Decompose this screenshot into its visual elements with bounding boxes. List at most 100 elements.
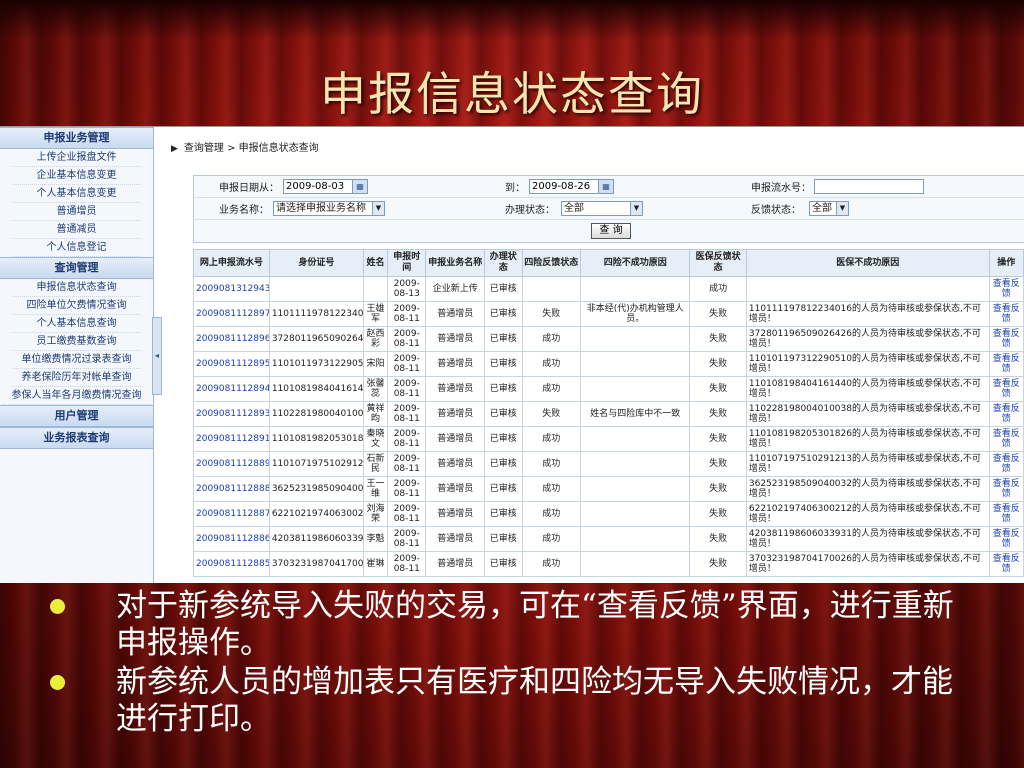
cell-serial[interactable]: 2009081112894 [193, 376, 270, 402]
cell-serial[interactable]: 2009081312943 [193, 276, 270, 302]
cell-four-insurance-reason [580, 526, 691, 552]
cell-four-insurance-feedback: 失败 [521, 401, 582, 427]
sidebar-item[interactable]: 普通减员 [12, 221, 141, 239]
cell-time: 2009-08-11 [387, 551, 427, 577]
cell-name: 李魁 [362, 526, 389, 552]
cell-status: 已审核 [484, 376, 523, 402]
sidebar-item[interactable]: 个人信息登记 [12, 239, 141, 257]
chevron-down-icon: ▼ [372, 202, 384, 215]
view-feedback-link[interactable]: 查看反馈 [988, 301, 1024, 327]
sidebar-group-title[interactable]: 查询管理 [0, 257, 153, 279]
cell-name [362, 276, 389, 302]
bullet-text: 对于新参统导入失败的交易，可在“查看反馈”界面，进行重新申报操作。 [116, 588, 954, 661]
business-select[interactable]: 请选择申报业务名称 ▼ [273, 201, 385, 216]
cell-four-insurance-feedback: 成功 [521, 476, 582, 502]
cell-status: 已审核 [484, 276, 523, 302]
cell-serial[interactable]: 2009081112888 [193, 476, 270, 502]
cell-time: 2009-08-11 [387, 426, 427, 452]
cell-name: 崔琳 [362, 551, 389, 577]
cell-medical-reason: 110228198004010038的人员为待审核或参保状态,不可增员！ [745, 401, 990, 427]
cell-serial[interactable]: 2009081112895 [193, 351, 270, 377]
view-feedback-link[interactable]: 查看反馈 [988, 401, 1024, 427]
view-feedback-link[interactable]: 查看反馈 [988, 501, 1024, 527]
cell-four-insurance-reason [580, 426, 691, 452]
table-row: 2009081112891110108198205301826秦晓文2009-0… [193, 426, 1024, 452]
view-feedback-link[interactable]: 查看反馈 [988, 551, 1024, 577]
cell-medical-feedback: 失败 [689, 551, 747, 577]
view-feedback-link[interactable]: 查看反馈 [988, 376, 1024, 402]
view-feedback-link[interactable]: 查看反馈 [988, 526, 1024, 552]
sidebar-item[interactable]: 员工缴费基数查询 [12, 333, 141, 351]
col-header: 医保不成功原因 [745, 249, 990, 277]
cell-business: 普通增员 [425, 326, 486, 352]
form-row-actions: 查 询 [194, 220, 1024, 242]
cell-medical-reason: 110108198205301826的人员为待审核或参保状态,不可增员！ [745, 426, 990, 452]
cell-serial[interactable]: 2009081112897 [193, 301, 270, 327]
cell-four-insurance-reason [580, 376, 691, 402]
cell-four-insurance-reason [580, 276, 691, 302]
cell-serial[interactable]: 2009081112896 [193, 326, 270, 352]
table-row: 2009081112886420381198606033931李魁2009-08… [193, 526, 1024, 552]
cell-serial[interactable]: 2009081112891 [193, 426, 270, 452]
cell-medical-feedback: 失败 [689, 526, 747, 552]
sidebar-item[interactable]: 单位缴费情况过录表查询 [12, 351, 141, 369]
cell-medical-reason: 110111197812234016的人员为待审核或参保状态,不可增员！ [745, 301, 990, 327]
cell-time: 2009-08-11 [387, 476, 427, 502]
sidebar-item[interactable]: 个人基本信息变更 [12, 185, 141, 203]
cell-business: 企业新上传 [425, 276, 486, 302]
cell-name: 张馨蕊 [362, 376, 389, 402]
cell-business: 普通增员 [425, 376, 486, 402]
sidebar-item[interactable]: 普通增员 [12, 203, 141, 221]
query-button[interactable]: 查 询 [591, 223, 631, 239]
col-header: 姓名 [362, 249, 389, 277]
cell-medical-reason: 420381198606033931的人员为待审核或参保状态,不可增员！ [745, 526, 990, 552]
business-select-value: 请选择申报业务名称 [276, 203, 366, 214]
cell-four-insurance-feedback: 成功 [521, 426, 582, 452]
cell-serial[interactable]: 2009081112885 [193, 551, 270, 577]
collapse-sidebar-handle[interactable]: ◂ [152, 317, 162, 395]
cell-serial[interactable]: 2009081112889 [193, 451, 270, 477]
table-row: 2009081112893110228198004010038黄祥昀2009-0… [193, 401, 1024, 427]
sidebar-item[interactable]: 个人基本信息查询 [12, 315, 141, 333]
serial-input[interactable] [814, 179, 924, 194]
cell-status: 已审核 [484, 326, 523, 352]
table-row: 2009081112897110111197812234016王雄军2009-0… [193, 301, 1024, 327]
sidebar-item[interactable]: 养老保险历年对帐单查询 [12, 369, 141, 387]
breadcrumb-text: 查询管理 > 申报信息状态查询 [183, 143, 319, 154]
serial-label: 申报流水号： [751, 183, 811, 194]
cell-serial[interactable]: 2009081112887 [193, 501, 270, 527]
date-from-input[interactable] [283, 179, 353, 194]
cell-status: 已审核 [484, 301, 523, 327]
sidebar-item[interactable]: 上传企业报盘文件 [12, 149, 141, 167]
view-feedback-link[interactable]: 查看反馈 [988, 326, 1024, 352]
sidebar-group-title[interactable]: 申报业务管理 [0, 127, 153, 149]
status-select[interactable]: 全部 ▼ [561, 201, 643, 216]
sidebar-item[interactable]: 四险单位欠费情况查询 [12, 297, 141, 315]
cell-four-insurance-reason [580, 476, 691, 502]
sidebar-group-title[interactable]: 用户管理 [0, 405, 153, 427]
sidebar-item[interactable]: 企业基本信息变更 [12, 167, 141, 185]
date-from-label: 申报日期从： [219, 183, 279, 194]
form-row-filters: 业务名称： 请选择申报业务名称 ▼ 办理状态： 全部 ▼ 反馈状态： 全部 ▼ [194, 198, 1024, 220]
view-feedback-link[interactable]: 查看反馈 [988, 476, 1024, 502]
view-feedback-link[interactable]: 查看反馈 [988, 351, 1024, 377]
sidebar-item[interactable]: 申报信息状态查询 [12, 279, 141, 297]
sidebar-group-title[interactable]: 业务报表查询 [0, 427, 153, 449]
table-row: 2009081112887622102197406300212刘海荣2009-0… [193, 501, 1024, 527]
cell-business: 普通增员 [425, 476, 486, 502]
col-header: 申报业务名称 [425, 249, 486, 277]
calendar-icon[interactable]: ▦ [598, 179, 614, 194]
cell-status: 已审核 [484, 451, 523, 477]
cell-medical-reason: 370323198704170026的人员为待审核或参保状态,不可增员！ [745, 551, 990, 577]
view-feedback-link[interactable]: 查看反馈 [988, 426, 1024, 452]
cell-serial[interactable]: 2009081112886 [193, 526, 270, 552]
feedback-select[interactable]: 全部 ▼ [809, 201, 849, 216]
cell-serial[interactable]: 2009081112893 [193, 401, 270, 427]
cell-business: 普通增员 [425, 526, 486, 552]
view-feedback-link[interactable]: 查看反馈 [988, 276, 1024, 302]
calendar-icon[interactable]: ▦ [352, 179, 368, 194]
cell-four-insurance-feedback: 成功 [521, 326, 582, 352]
view-feedback-link[interactable]: 查看反馈 [988, 451, 1024, 477]
sidebar-item[interactable]: 参保人当年各月缴费情况查询 [2, 387, 151, 405]
date-to-input[interactable] [529, 179, 599, 194]
